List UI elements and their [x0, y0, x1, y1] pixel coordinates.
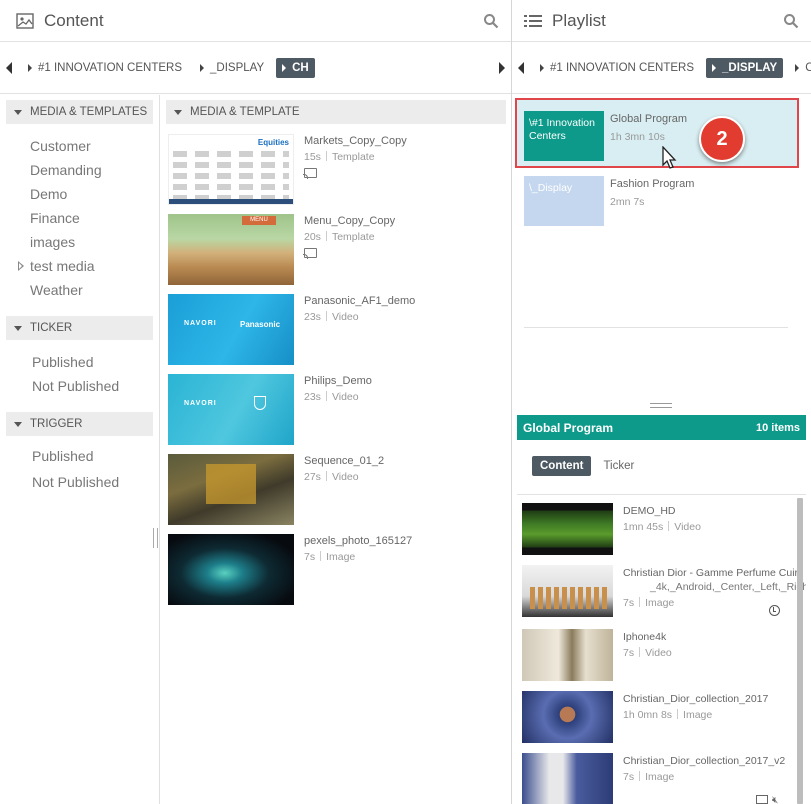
- program-color-square: \#1 Innovation Centers: [524, 111, 604, 161]
- expand-icon[interactable]: [18, 261, 24, 271]
- media-name: pexels_photo_165127: [304, 535, 413, 547]
- media-meta: 23s Video: [304, 311, 359, 323]
- clock-icon[interactable]: [769, 605, 780, 616]
- section-ticker[interactable]: TICKER: [6, 316, 153, 340]
- media-item[interactable]: NAVORI Philips_Demo 23s Video: [166, 374, 506, 454]
- crumb-innovation-centers[interactable]: #1 INNOVATION CENTERS: [534, 58, 700, 78]
- program-card-fashion[interactable]: \_Display Fashion Program 2mn 7s: [524, 176, 788, 226]
- scroll-left-icon[interactable]: [6, 61, 12, 74]
- step-badge: 2: [699, 116, 745, 162]
- category-test-media[interactable]: test media: [6, 254, 153, 278]
- media-item[interactable]: Equities Markets_Copy_Copy 15s Template: [166, 134, 506, 214]
- media-list: MEDIA & TEMPLATE Equities Markets_Copy_C…: [166, 100, 506, 614]
- content-pane: Content #1 INNOVATION CENTERS _DISPLAY C…: [0, 0, 512, 804]
- cast-icon[interactable]: [756, 795, 768, 804]
- media-name: Markets_Copy_Copy: [304, 135, 407, 147]
- content-title: Content: [44, 10, 104, 30]
- content-header: Content: [0, 0, 511, 42]
- program-items: DEMO_HD 1mn 45s Video Christian Dior - Ga…: [517, 494, 806, 804]
- program-color-square: \_Display: [524, 176, 604, 226]
- item-count: 10 items: [755, 421, 800, 434]
- search-icon[interactable]: [783, 13, 799, 29]
- mute-icon[interactable]: 🔇︎: [772, 795, 778, 804]
- media-list-header[interactable]: MEDIA & TEMPLATE: [166, 100, 506, 124]
- media-item[interactable]: NAVORI Panasonic Panasonic_AF1_demo 23s V…: [166, 294, 506, 374]
- cast-icon: [303, 248, 317, 259]
- media-item[interactable]: pexels_photo_165127 7s Image: [166, 534, 506, 614]
- ticker-published[interactable]: Published: [6, 350, 153, 374]
- playlist-header: Playlist: [512, 0, 811, 42]
- program-duration: 1h 3mn 10s: [610, 131, 665, 143]
- category-finance[interactable]: Finance: [6, 206, 153, 230]
- trigger-not-published[interactable]: Not Published: [6, 470, 153, 494]
- playlist-breadcrumb: #1 INNOVATION CENTERS _DISPLAY CH: [512, 42, 811, 94]
- cursor-icon: [662, 146, 677, 169]
- program-card-global[interactable]: \#1 Innovation Centers Global Program 1h…: [524, 111, 788, 161]
- category-demanding[interactable]: Demanding: [6, 158, 153, 182]
- program-tabs: Content Ticker: [532, 456, 642, 476]
- category-customer[interactable]: Customer: [6, 134, 153, 158]
- program-name: Fashion Program: [610, 178, 695, 190]
- media-name: Panasonic_AF1_demo: [304, 295, 416, 307]
- crumb-display[interactable]: _DISPLAY: [706, 57, 784, 78]
- category-sidebar: MEDIA & TEMPLATES Customer Demanding Dem…: [0, 95, 160, 804]
- search-icon[interactable]: [483, 13, 499, 29]
- scroll-right-icon[interactable]: [499, 61, 505, 74]
- list-item[interactable]: Christian_Dior_collection_2017 1h 0mn 8s…: [522, 691, 792, 743]
- category-images[interactable]: images: [6, 230, 153, 254]
- item-thumbnail: [522, 503, 613, 555]
- selected-program-header: Global Program 10 items: [517, 415, 806, 440]
- cast-icon: [303, 168, 317, 179]
- item-thumbnail: [522, 565, 613, 617]
- list-item[interactable]: Iphone4k 7s Video: [522, 629, 792, 681]
- media-meta: 27s Video: [304, 471, 359, 483]
- media-meta: 20s Template: [304, 231, 375, 243]
- content-breadcrumb: #1 INNOVATION CENTERS _DISPLAY CH: [0, 42, 511, 94]
- crumb-ch[interactable]: CH: [789, 58, 811, 78]
- category-weather[interactable]: Weather: [6, 278, 153, 302]
- media-thumbnail: Equities: [168, 134, 294, 205]
- list-item[interactable]: Christian Dior - Gamme Perfume Cuir _4k,…: [522, 565, 806, 617]
- category-demo[interactable]: Demo: [6, 182, 153, 206]
- media-name: Menu_Copy_Copy: [304, 215, 396, 227]
- program-name: Global Program: [610, 113, 688, 125]
- media-meta: 23s Video: [304, 391, 359, 403]
- program-duration: 2mn 7s: [610, 196, 645, 208]
- item-thumbnail: [522, 753, 613, 804]
- tab-content[interactable]: Content: [532, 456, 592, 476]
- media-item[interactable]: MENU Menu_Copy_Copy 20s Template: [166, 214, 506, 294]
- crumb-display[interactable]: _DISPLAY: [194, 58, 270, 78]
- image-icon: [16, 12, 34, 29]
- ticker-not-published[interactable]: Not Published: [6, 374, 153, 398]
- crumb-ch[interactable]: CH: [276, 57, 315, 78]
- media-thumbnail: [168, 534, 294, 605]
- item-thumbnail: [522, 629, 613, 681]
- media-meta: 7s Image: [304, 551, 356, 563]
- section-trigger[interactable]: TRIGGER: [6, 412, 153, 436]
- playlist-title: Playlist: [552, 10, 606, 30]
- media-thumbnail: NAVORI Panasonic: [168, 294, 294, 365]
- section-media-templates[interactable]: MEDIA & TEMPLATES: [6, 100, 153, 124]
- media-thumbnail: [168, 454, 294, 525]
- resize-grip[interactable]: [650, 403, 672, 408]
- playlist-pane: Playlist #1 INNOVATION CENTERS _DISPLAY …: [512, 0, 811, 804]
- media-item[interactable]: Sequence_01_2 27s Video: [166, 454, 506, 534]
- media-name: Philips_Demo: [304, 375, 372, 387]
- list-item[interactable]: Christian_Dior_collection_2017_v2 7s Imag…: [522, 753, 792, 804]
- media-meta: 15s Template: [304, 151, 375, 163]
- scrollbar[interactable]: [797, 498, 803, 804]
- item-thumbnail: [522, 691, 613, 743]
- program-list: \#1 Innovation Centers Global Program 1h…: [512, 95, 811, 405]
- scroll-left-icon[interactable]: [518, 61, 524, 74]
- list-icon: [524, 14, 542, 27]
- media-thumbnail: MENU: [168, 214, 294, 285]
- tab-ticker[interactable]: Ticker: [595, 456, 642, 476]
- resize-handle[interactable]: [153, 528, 158, 548]
- crumb-innovation-centers[interactable]: #1 INNOVATION CENTERS: [22, 58, 188, 78]
- trigger-published[interactable]: Published: [6, 444, 153, 468]
- media-name: Sequence_01_2: [304, 455, 385, 467]
- list-item[interactable]: DEMO_HD 1mn 45s Video: [522, 503, 792, 555]
- media-thumbnail: NAVORI: [168, 374, 294, 445]
